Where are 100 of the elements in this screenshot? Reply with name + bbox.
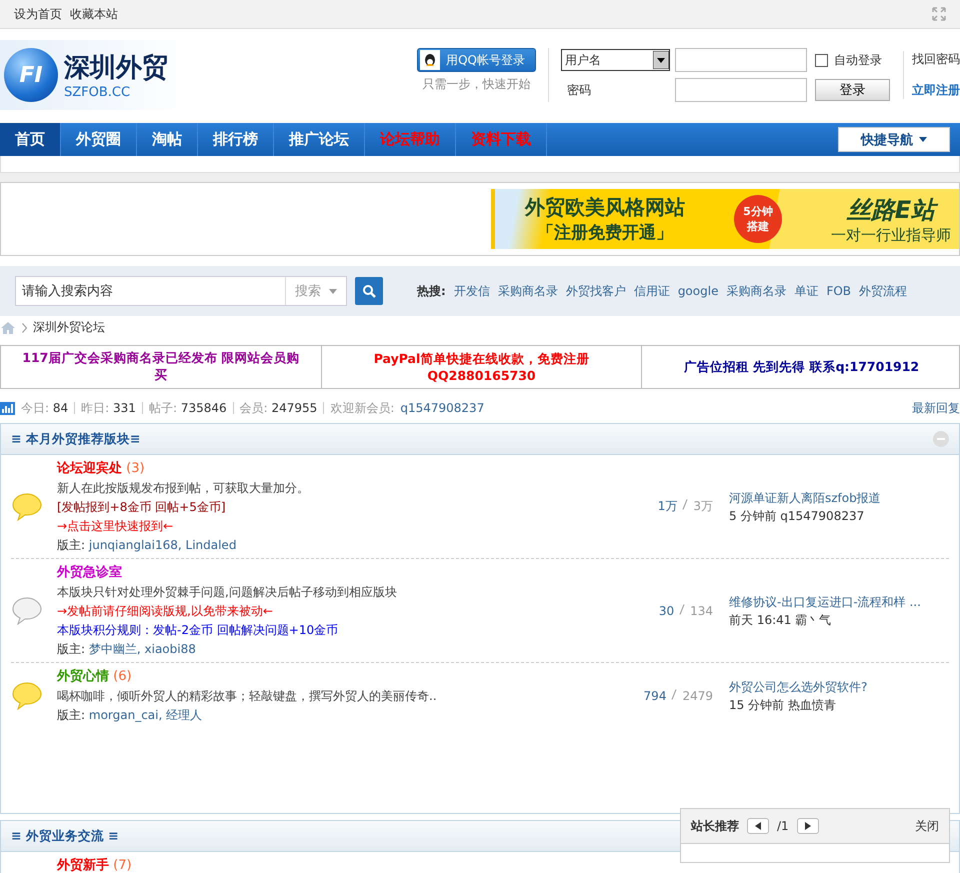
today-count: (3) xyxy=(125,461,145,476)
top-link[interactable]: 收藏本站 xyxy=(70,6,118,22)
nav-tab[interactable]: 首页 xyxy=(0,123,61,156)
logo-mark: FI xyxy=(4,48,58,102)
text-ad[interactable]: 广告位招租 先到先得 联系q:17701912 xyxy=(641,346,960,388)
forum-name[interactable]: 外贸新手 xyxy=(57,858,109,873)
auto-login-checkbox[interactable]: 自动登录 xyxy=(815,52,897,68)
banner-subline: 「注册免费开通」 xyxy=(537,222,673,244)
forum-description: [发帖报到+8金币 回帖+5金币] xyxy=(57,499,227,516)
banner-slogan: 一对一行业指导师 xyxy=(831,226,951,244)
last-post-meta: 前天 16:41 霸丶气 xyxy=(729,612,832,628)
slash-icon xyxy=(671,688,678,700)
next-button[interactable] xyxy=(796,818,819,834)
login-button[interactable]: 登录 xyxy=(815,79,890,101)
nav-tab[interactable]: 淘帖 xyxy=(137,123,198,156)
moderators-label: 版主: xyxy=(57,538,86,552)
popup-title: 站长推荐 xyxy=(691,818,739,834)
section-title: ≡ 本月外贸推荐版块≡ xyxy=(11,430,140,448)
hot-search-link[interactable]: FOB xyxy=(826,284,852,298)
nav-tab[interactable]: 推广论坛 xyxy=(274,123,365,156)
close-link[interactable]: 关闭 xyxy=(915,818,939,834)
fullscreen-icon[interactable] xyxy=(932,7,946,21)
qq-login-button[interactable]: 用QQ帐号登录 xyxy=(417,48,536,72)
badge-text: 搭建 xyxy=(747,219,769,234)
nav-tab[interactable]: 外贸圈 xyxy=(61,123,137,156)
moderators-link[interactable]: junqianglai168, Lindaled xyxy=(88,538,236,552)
next-icon xyxy=(804,822,811,830)
text-ad[interactable]: 117届广交会采购商名录已经发布 限网站会员购买 xyxy=(1,346,321,388)
latest-replies-link[interactable]: 最新回复 xyxy=(912,400,960,416)
last-post-link[interactable]: 外贸公司怎么选外贸软件? xyxy=(729,678,949,696)
logo-domain: SZFOB.CC xyxy=(64,85,130,100)
password-label: 密码 xyxy=(566,82,592,98)
today-count: (6) xyxy=(112,669,132,684)
text-ad[interactable]: PayPal简单快捷在线收款，免费注册 QQ2880165730 xyxy=(321,346,641,388)
forum-name[interactable]: 论坛迎宾处 xyxy=(57,461,122,476)
previous-button[interactable] xyxy=(747,818,769,834)
forum-name[interactable]: 外贸急诊室 xyxy=(57,565,122,580)
last-post-link[interactable]: 河源单证新人离陌szfob报道 xyxy=(729,488,949,506)
ad-banner[interactable]: 外贸欧美风格网站 「注册免费开通」 5分钟 搭建 丝路E站 一对一行业指导师 xyxy=(491,189,959,249)
hot-search-link[interactable]: google xyxy=(678,284,718,298)
search-scope-select[interactable]: 搜索 xyxy=(285,277,346,305)
new-member-link[interactable]: q1547908237 xyxy=(400,401,484,415)
collapse-icon[interactable] xyxy=(933,431,949,447)
hot-search-link[interactable]: 采购商名录 xyxy=(498,282,558,300)
forum-description: 新人在此按版规发布报到帖，可获取大量加分。 xyxy=(57,480,310,497)
caret-icon xyxy=(919,137,927,142)
stat-text: 昨日: 331 xyxy=(81,400,136,416)
top-link[interactable]: 设为首页 xyxy=(14,6,62,22)
section-title: ≡ 外贸业务交流 ≡ xyxy=(11,828,119,844)
home-icon[interactable] xyxy=(0,320,16,334)
chevron-right-icon xyxy=(22,322,27,332)
logo-name: 深圳外贸 xyxy=(64,52,168,85)
stat-text: 今日: 84 xyxy=(21,400,68,416)
forum-description: 本版块只针对处理外贸棘手问题,问题解决后帖子移动到相应版块 xyxy=(57,584,398,601)
forgot-password-link[interactable]: 找回密码 xyxy=(912,51,960,68)
search-icon xyxy=(362,284,376,298)
moderators-link[interactable]: 梦中幽兰, xiaobi88 xyxy=(88,642,196,656)
thread-count: 30 xyxy=(658,604,674,618)
penguin-icon xyxy=(420,50,440,70)
page-indicator: /1 xyxy=(777,819,789,833)
post-count: 134 xyxy=(690,604,713,618)
account-type-select[interactable]: 用户名 xyxy=(561,49,670,71)
forum-description: 喝杯咖啡，倾听外贸人的精彩故事；轻敲键盘，撰写外贸人的美丽传奇.. xyxy=(57,688,438,705)
dropdown-arrow-icon xyxy=(653,51,669,69)
last-post-meta: 5 分钟前 q1547908237 xyxy=(729,508,866,524)
password-field[interactable] xyxy=(675,78,807,102)
register-link[interactable]: 立即注册 xyxy=(912,82,960,99)
forum-description: 本版块积分规则：发帖-2金币 回帖解决问题+10金币 xyxy=(57,622,340,639)
quick-nav-button[interactable]: 快捷导航 xyxy=(838,127,950,152)
thread-count: 1万 xyxy=(658,499,678,513)
caret-icon xyxy=(329,288,337,294)
chart-icon xyxy=(0,402,15,414)
hot-search-link[interactable]: 采购商名录 xyxy=(726,282,786,300)
post-count: 3万 xyxy=(693,499,713,513)
welcome-label: 欢迎新会员: xyxy=(330,400,394,416)
hot-search-link[interactable]: 外贸流程 xyxy=(859,282,908,300)
hot-search-label: 热搜: xyxy=(417,282,446,300)
hot-search-link[interactable]: 外贸找客户 xyxy=(566,282,626,300)
forum-description: →点击这里快速报到← xyxy=(57,518,174,535)
nav-tab[interactable]: 排行榜 xyxy=(198,123,274,156)
hot-search-link[interactable]: 单证 xyxy=(794,282,818,300)
badge-text: 5分钟 xyxy=(743,204,773,219)
forum-description: →发帖前请仔细阅读版规,以免带来被动← xyxy=(57,603,274,620)
stat-text: 帖子: 735846 xyxy=(148,400,227,416)
breadcrumb-link[interactable]: 深圳外贸论坛 xyxy=(33,319,105,336)
last-post-link[interactable]: 维修协议-出口复运进口-流程和样 ... xyxy=(729,592,949,610)
search-button[interactable] xyxy=(355,277,383,305)
hot-search-link[interactable]: 开发信 xyxy=(454,282,490,300)
forum-name[interactable]: 外贸心情 xyxy=(57,669,109,684)
moderators-link[interactable]: morgan_cai, 经理人 xyxy=(88,708,202,722)
today-count: (7) xyxy=(112,858,132,873)
stat-text: 会员: 247955 xyxy=(240,400,318,416)
search-field[interactable]: 请输入搜索内容 搜索 xyxy=(15,276,347,306)
slash-icon xyxy=(682,499,688,510)
hot-search-link[interactable]: 信用证 xyxy=(634,282,670,300)
previous-icon xyxy=(755,822,761,830)
moderators-label: 版主: xyxy=(57,642,86,656)
thread-count: 794 xyxy=(644,688,666,702)
username-field[interactable] xyxy=(675,48,807,72)
post-count: 2479 xyxy=(682,688,713,702)
